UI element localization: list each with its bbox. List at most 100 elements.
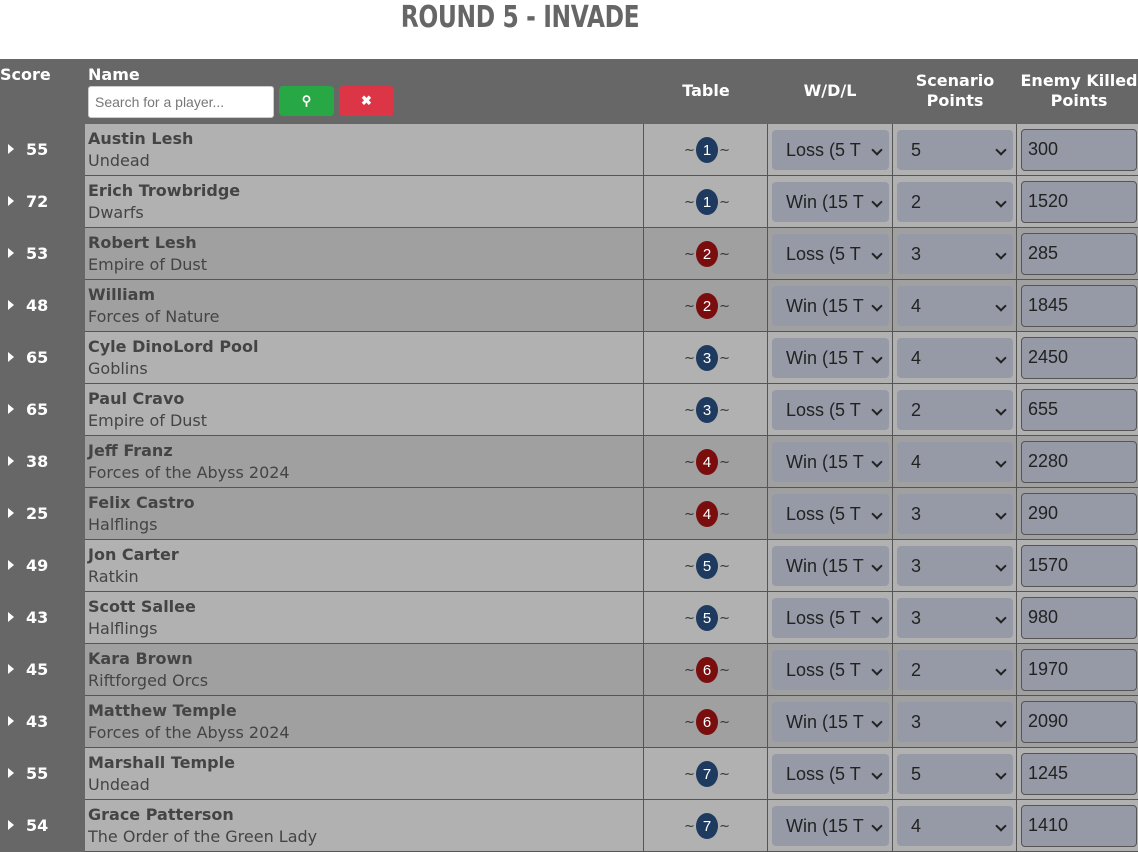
wdl-select[interactable]: Loss (5 T — [772, 494, 889, 534]
table-cell: ~ 5 ~ — [644, 592, 768, 644]
scenario-points-select[interactable]: 3 — [897, 598, 1013, 638]
enemy-killed-points-input[interactable]: 2090 — [1021, 701, 1137, 743]
scenario-points-select[interactable]: 4 — [897, 806, 1013, 846]
wdl-select[interactable]: Loss (5 T — [772, 390, 889, 430]
expand-caret-icon[interactable] — [8, 508, 14, 518]
expand-caret-icon[interactable] — [8, 248, 14, 258]
wdl-select[interactable]: Win (15 T — [772, 442, 889, 482]
search-button[interactable]: ⚲ — [279, 86, 334, 116]
scenario-points-select[interactable]: 3 — [897, 702, 1013, 742]
score-cell[interactable]: 65 — [0, 384, 85, 436]
wdl-select[interactable]: Win (15 T — [772, 546, 889, 586]
enemy-killed-points-input[interactable]: 2280 — [1021, 441, 1137, 483]
score-value: 53 — [26, 244, 49, 263]
table-cell: ~ 4 ~ — [644, 436, 768, 488]
score-cell[interactable]: 49 — [0, 540, 85, 592]
table-row: 72 Erich Trowbridge Dwarfs ~ 1 ~ Win (15… — [0, 176, 1138, 228]
chevron-down-icon — [871, 196, 883, 208]
enemy-killed-points-input[interactable]: 1570 — [1021, 545, 1137, 587]
wdl-select[interactable]: Win (15 T — [772, 806, 889, 846]
wdl-select[interactable]: Loss (5 T — [772, 598, 889, 638]
scenario-points-select[interactable]: 2 — [897, 390, 1013, 430]
score-cell[interactable]: 25 — [0, 488, 85, 540]
enemy-killed-points-input[interactable]: 1245 — [1021, 753, 1137, 795]
scenario-points-select[interactable]: 5 — [897, 130, 1013, 170]
expand-caret-icon[interactable] — [8, 820, 14, 830]
player-faction: Goblins — [88, 359, 148, 378]
expand-caret-icon[interactable] — [8, 196, 14, 206]
expand-caret-icon[interactable] — [8, 144, 14, 154]
wdl-selected-value: Loss (5 T — [786, 608, 861, 628]
score-cell[interactable]: 45 — [0, 644, 85, 696]
expand-caret-icon[interactable] — [8, 300, 14, 310]
wdl-select[interactable]: Win (15 T — [772, 702, 889, 742]
score-cell[interactable]: 43 — [0, 592, 85, 644]
wdl-selected-value: Win (15 T — [786, 556, 864, 576]
expand-caret-icon[interactable] — [8, 716, 14, 726]
scenario-points-select[interactable]: 3 — [897, 494, 1013, 534]
name-cell: Robert Lesh Empire of Dust — [85, 228, 644, 280]
score-cell[interactable]: 55 — [0, 124, 85, 176]
wdl-selected-value: Win (15 T — [786, 816, 864, 836]
enemy-killed-points-input[interactable]: 655 — [1021, 389, 1137, 431]
score-cell[interactable]: 72 — [0, 176, 85, 228]
expand-caret-icon[interactable] — [8, 612, 14, 622]
header-wdl: W/D/L — [803, 81, 857, 100]
expand-caret-icon[interactable] — [8, 768, 14, 778]
scenario-points-select[interactable]: 4 — [897, 338, 1013, 378]
enemy-killed-points-input[interactable]: 980 — [1021, 597, 1137, 639]
enemy-cell: 1410 — [1017, 800, 1138, 852]
wdl-select[interactable]: Loss (5 T — [772, 754, 889, 794]
scenario-points-select[interactable]: 5 — [897, 754, 1013, 794]
enemy-killed-points-input[interactable]: 2450 — [1021, 337, 1137, 379]
player-search-input[interactable] — [88, 86, 274, 118]
score-cell[interactable]: 53 — [0, 228, 85, 280]
score-cell[interactable]: 54 — [0, 800, 85, 852]
enemy-killed-points-input[interactable]: 1845 — [1021, 285, 1137, 327]
table-number: 3 — [695, 345, 719, 371]
scenario-points-select[interactable]: 4 — [897, 442, 1013, 482]
wdl-select[interactable]: Win (15 T — [772, 338, 889, 378]
score-value: 49 — [26, 556, 49, 575]
table-row: 49 Jon Carter Ratkin ~ 5 ~ Win (15 T 3 1… — [0, 540, 1138, 592]
wdl-cell: Win (15 T — [768, 540, 893, 592]
enemy-cell: 1245 — [1017, 748, 1138, 800]
scenario-points-select[interactable]: 3 — [897, 234, 1013, 274]
score-cell[interactable]: 38 — [0, 436, 85, 488]
wdl-selected-value: Win (15 T — [786, 712, 864, 732]
expand-caret-icon[interactable] — [8, 664, 14, 674]
name-cell: Jon Carter Ratkin — [85, 540, 644, 592]
enemy-killed-points-input[interactable]: 285 — [1021, 233, 1137, 275]
score-cell[interactable]: 55 — [0, 748, 85, 800]
wdl-cell: Win (15 T — [768, 280, 893, 332]
name-cell: Grace Patterson The Order of the Green L… — [85, 800, 644, 852]
wdl-select[interactable]: Loss (5 T — [772, 234, 889, 274]
clear-search-button[interactable]: ✖ — [339, 86, 394, 116]
scenario-points-select[interactable]: 2 — [897, 650, 1013, 690]
table-number-badge: ~ 1 ~ — [684, 137, 730, 163]
table-header: Score Name ⚲ ✖ Table W/D/L Scenario Poin… — [0, 59, 1138, 124]
scenario-points-select[interactable]: 3 — [897, 546, 1013, 586]
wdl-select[interactable]: Win (15 T — [772, 286, 889, 326]
scenario-selected-value: 3 — [911, 504, 922, 524]
expand-caret-icon[interactable] — [8, 560, 14, 570]
score-cell[interactable]: 43 — [0, 696, 85, 748]
score-cell[interactable]: 48 — [0, 280, 85, 332]
wdl-select[interactable]: Win (15 T — [772, 182, 889, 222]
expand-caret-icon[interactable] — [8, 352, 14, 362]
expand-caret-icon[interactable] — [8, 404, 14, 414]
enemy-killed-points-input[interactable]: 1520 — [1021, 181, 1137, 223]
score-cell[interactable]: 65 — [0, 332, 85, 384]
enemy-killed-points-input[interactable]: 290 — [1021, 493, 1137, 535]
scenario-cell: 5 — [893, 748, 1017, 800]
wdl-select[interactable]: Loss (5 T — [772, 130, 889, 170]
table-cell: ~ 7 ~ — [644, 748, 768, 800]
enemy-killed-points-input[interactable]: 1410 — [1021, 805, 1137, 847]
scenario-points-select[interactable]: 2 — [897, 182, 1013, 222]
scenario-points-select[interactable]: 4 — [897, 286, 1013, 326]
enemy-killed-points-input[interactable]: 1970 — [1021, 649, 1137, 691]
chevron-down-icon — [871, 300, 883, 312]
enemy-killed-points-input[interactable]: 300 — [1021, 129, 1137, 171]
expand-caret-icon[interactable] — [8, 456, 14, 466]
wdl-select[interactable]: Loss (5 T — [772, 650, 889, 690]
